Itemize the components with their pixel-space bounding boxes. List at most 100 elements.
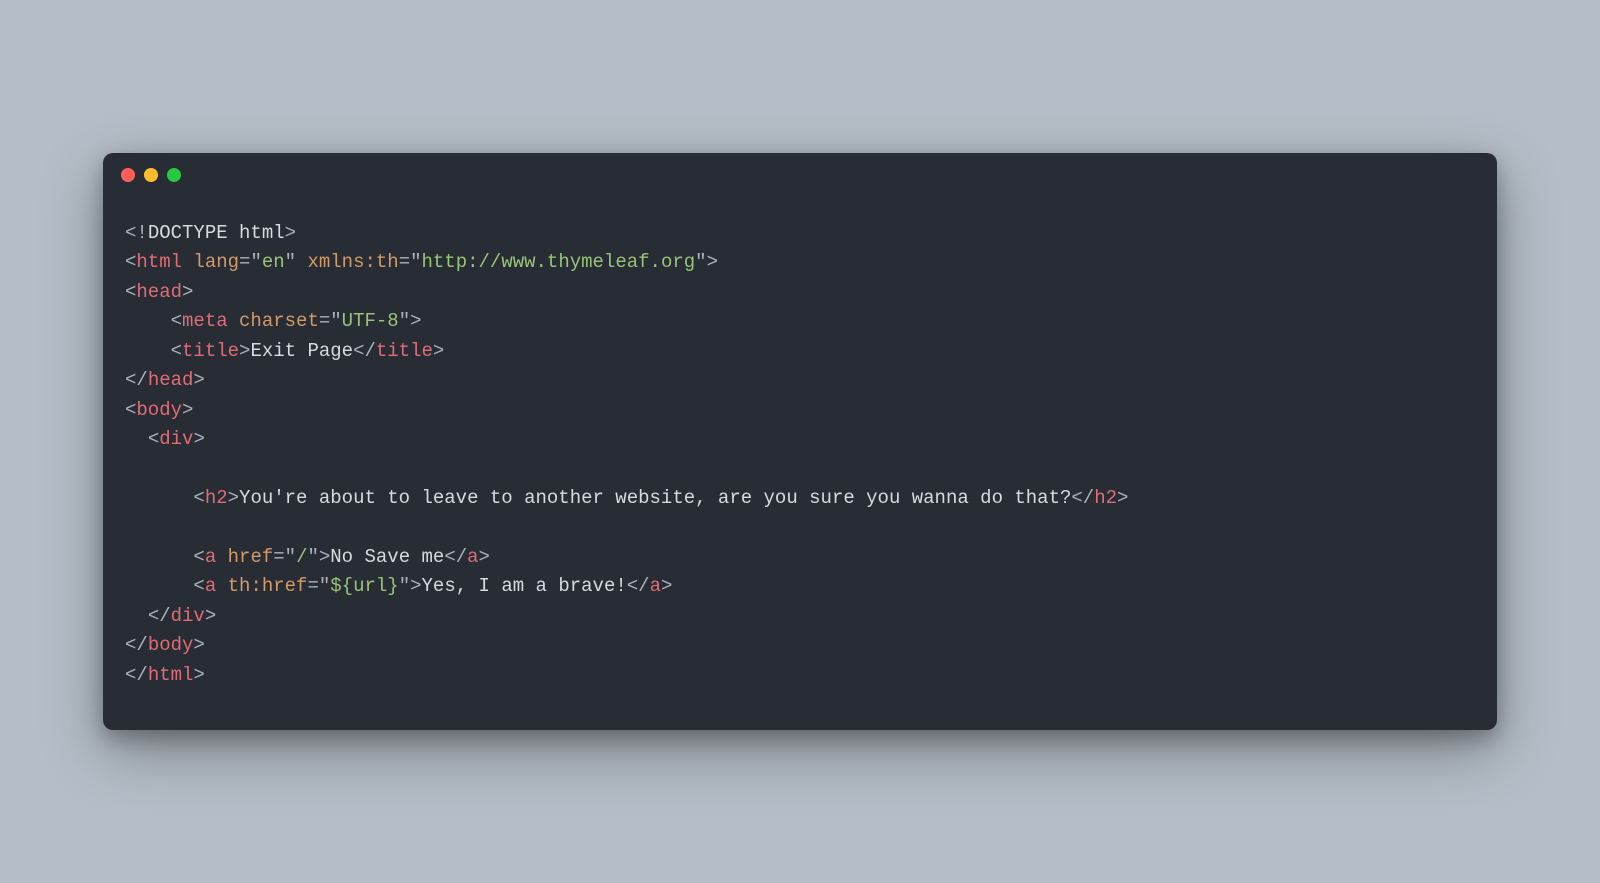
- doctype-close: >: [285, 222, 296, 244]
- attr-charset: charset: [239, 310, 319, 332]
- a1-lt: <: [193, 546, 204, 568]
- h2-gt: >: [228, 487, 239, 509]
- head-open-lt: <: [125, 281, 136, 303]
- h2-close-lt: </: [1071, 487, 1094, 509]
- quote-close: ": [285, 251, 296, 273]
- eq: =: [307, 575, 318, 597]
- quote-open: ": [250, 251, 261, 273]
- indent: [125, 428, 148, 450]
- body-close-tag: body: [148, 634, 194, 656]
- html-close-lt: </: [125, 664, 148, 686]
- quote-close: ": [399, 575, 410, 597]
- title-close-lt: </: [353, 340, 376, 362]
- doctype-text: DOCTYPE html: [148, 222, 285, 244]
- title-gt: >: [239, 340, 250, 362]
- body-close-gt: >: [193, 634, 204, 656]
- title-text: Exit Page: [250, 340, 353, 362]
- sp: [216, 575, 227, 597]
- window-zoom-icon[interactable]: [167, 168, 181, 182]
- title-close-tag: title: [376, 340, 433, 362]
- indent: [125, 575, 193, 597]
- attr-xmlns-value: http://www.thymeleaf.org: [422, 251, 696, 273]
- eq: =: [399, 251, 410, 273]
- eq: =: [239, 251, 250, 273]
- attr-lang: lang: [193, 251, 239, 273]
- a1-href-value: /: [296, 546, 307, 568]
- meta-lt: <: [171, 310, 182, 332]
- quote-close: ": [399, 310, 410, 332]
- h2-close-tag: h2: [1094, 487, 1117, 509]
- quote-close: ": [307, 546, 318, 568]
- html-open-lt: <: [125, 251, 136, 273]
- div-open-lt: <: [148, 428, 159, 450]
- window-close-icon[interactable]: [121, 168, 135, 182]
- code-block: <!DOCTYPE html> <html lang="en" xmlns:th…: [103, 197, 1497, 730]
- a2-tag: a: [205, 575, 216, 597]
- window-minimize-icon[interactable]: [144, 168, 158, 182]
- a1-close-lt: </: [444, 546, 467, 568]
- head-close-tag: head: [148, 369, 194, 391]
- eq: =: [273, 546, 284, 568]
- a1-gt: >: [319, 546, 330, 568]
- quote-open: ": [330, 310, 341, 332]
- sp: [216, 546, 227, 568]
- quote-close: ": [695, 251, 706, 273]
- indent: [125, 605, 148, 627]
- a2-lt: <: [193, 575, 204, 597]
- a2-close-tag: a: [650, 575, 661, 597]
- quote-open: ": [319, 575, 330, 597]
- indent: [125, 340, 171, 362]
- div-close-lt: </: [148, 605, 171, 627]
- html-close-gt: >: [193, 664, 204, 686]
- indent: [125, 487, 193, 509]
- sp: [296, 251, 307, 273]
- head-open-gt: >: [182, 281, 193, 303]
- a2-gt: >: [410, 575, 421, 597]
- a1-tag: a: [205, 546, 216, 568]
- head-close-gt: >: [193, 369, 204, 391]
- attr-th-href: th:href: [228, 575, 308, 597]
- body-tag: body: [136, 399, 182, 421]
- h2-close-gt: >: [1117, 487, 1128, 509]
- meta-gt: >: [410, 310, 421, 332]
- eq: =: [319, 310, 330, 332]
- body-open-gt: >: [182, 399, 193, 421]
- a1-close-gt: >: [479, 546, 490, 568]
- a2-close-lt: </: [627, 575, 650, 597]
- indent: [125, 546, 193, 568]
- h2-text: You're about to leave to another website…: [239, 487, 1071, 509]
- window-titlebar: [103, 153, 1497, 197]
- title-close-gt: >: [433, 340, 444, 362]
- meta-tag: meta: [182, 310, 228, 332]
- sp: [228, 310, 239, 332]
- div-tag: div: [159, 428, 193, 450]
- attr-charset-value: UTF-8: [342, 310, 399, 332]
- div-open-gt: >: [193, 428, 204, 450]
- attr-href: href: [228, 546, 274, 568]
- a2-text: Yes, I am a brave!: [422, 575, 627, 597]
- body-close-lt: </: [125, 634, 148, 656]
- a1-close-tag: a: [467, 546, 478, 568]
- html-close-tag: html: [148, 664, 194, 686]
- html-open-gt: >: [707, 251, 718, 273]
- h2-lt: <: [193, 487, 204, 509]
- html-tag: html: [136, 251, 182, 273]
- h2-tag: h2: [205, 487, 228, 509]
- head-tag: head: [136, 281, 182, 303]
- attr-xmlns: xmlns:th: [307, 251, 398, 273]
- indent: [125, 310, 171, 332]
- title-lt: <: [171, 340, 182, 362]
- quote-open: ": [410, 251, 421, 273]
- attr-lang-value: en: [262, 251, 285, 273]
- a2-close-gt: >: [661, 575, 672, 597]
- a1-text: No Save me: [330, 546, 444, 568]
- a2-href-value: ${url}: [330, 575, 398, 597]
- doctype-open: <!: [125, 222, 148, 244]
- title-tag: title: [182, 340, 239, 362]
- quote-open: ": [285, 546, 296, 568]
- head-close-lt: </: [125, 369, 148, 391]
- div-close-gt: >: [205, 605, 216, 627]
- div-close-tag: div: [171, 605, 205, 627]
- code-window: <!DOCTYPE html> <html lang="en" xmlns:th…: [103, 153, 1497, 730]
- body-open-lt: <: [125, 399, 136, 421]
